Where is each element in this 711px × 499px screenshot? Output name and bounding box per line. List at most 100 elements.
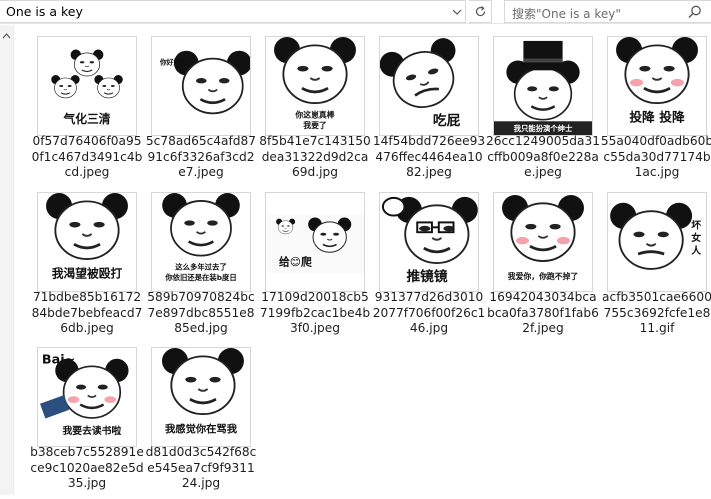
panda-face-art (94, 75, 123, 99)
navigation-pane-edge[interactable] (0, 25, 14, 495)
file-item[interactable]: 你好好好 5c78ad65c4afd8791c6f3326af3cd2e7.jpe… (144, 36, 258, 188)
book-art (40, 395, 70, 419)
chevron-down-icon[interactable] (448, 1, 466, 23)
file-name[interactable]: 26cc1249005da31cffb009a8f0e228ae.jpeg (486, 134, 600, 181)
thumbnail-caption: 我渴望被殴打 (52, 266, 123, 280)
thumbnail-caption-char: 人 (691, 244, 701, 257)
file-thumbnail[interactable]: 我渴望被殴打 (37, 192, 137, 292)
file-thumbnail[interactable]: 吃屁 (379, 36, 479, 136)
file-item[interactable]: 这么多年过去了你依旧还是在装b度日 589b70970824bc7e897dbc8… (144, 192, 258, 344)
file-name[interactable]: 17109d20018cb57199fb2cac1be4b3f0.jpeg (258, 290, 372, 337)
file-name[interactable]: 55a040df0adb60bc55da30d77174b1ac.jpg (600, 134, 711, 181)
file-item[interactable]: 给😊爬 17109d20018cb57199fb2cac1be4b3f0.jpeg (258, 192, 372, 344)
thumbnail-caption: 我爱你，你跑不掉了 (508, 271, 579, 281)
file-name[interactable]: b38ceb7c552891ece9c1020ae82e5d35.jpg (30, 445, 144, 492)
file-thumbnail[interactable]: Bai~ 我要去读书啦 (37, 347, 137, 447)
thumbnail-image: 气化三清 (51, 49, 123, 126)
search-box[interactable]: 搜索"One is a key" (504, 0, 711, 23)
thumbnail-caption: 投降 投降 (629, 109, 685, 125)
file-item[interactable]: 气化三清 0f57d76406f0a950f1c467d3491c4bcd.jpe… (30, 36, 144, 188)
thumbnail-caption-char: 女 (691, 231, 701, 244)
file-item[interactable]: 推镜镜 931377d26d30102077f706f00f26c146.jpg (372, 192, 486, 344)
thumbnail-caption: 我感觉你在骂我 (165, 422, 238, 435)
thumbnail-image: 给😊爬 (266, 214, 364, 274)
file-item[interactable]: 你这崽真棒 我要了 8f5b41e7c143150dea31322d9d2ca69d… (258, 36, 372, 188)
thumbnail-caption: 你这崽真棒 (294, 109, 334, 119)
file-name[interactable]: 71bdbe85b1617284bde7bebfeacd76db.jpeg (30, 290, 144, 337)
file-thumbnail[interactable]: 投降 投降 (607, 36, 707, 136)
file-thumbnail[interactable]: 气化三清 (37, 36, 137, 136)
file-item[interactable]: 我感觉你在骂我 d81d0d3c542f68ce545ea7cf9f931124.… (144, 347, 258, 499)
panda-face-art (274, 37, 356, 105)
thumbnail-caption: 你好好好 (159, 57, 188, 66)
address-text: One is a key (6, 4, 83, 19)
thumbnail-caption: 给😊爬 (279, 256, 312, 269)
thumbnail-caption-char: 坏 (691, 219, 701, 231)
panda-face-art (502, 194, 584, 262)
file-thumbnail[interactable]: 我爱你，你跑不掉了 (493, 192, 593, 292)
chevron-up-icon[interactable] (2, 33, 11, 39)
file-thumbnail[interactable]: 坏女人 (607, 192, 707, 292)
thumbnail-image: 我渴望被殴打 (46, 193, 128, 280)
search-placeholder: 搜索"One is a key" (512, 7, 621, 21)
file-item[interactable]: 吃屁 14f54bdd726ee93476ffec4464ea1082.jpeg (372, 36, 486, 188)
thumbnail-image: 我感觉你在骂我 (161, 348, 244, 435)
file-thumbnail[interactable]: 你这崽真棒 我要了 (265, 36, 365, 136)
thumbnail-image: 坏女人 (610, 202, 701, 270)
file-name[interactable]: 0f57d76406f0a950f1c467d3491c4bcd.jpeg (30, 134, 144, 181)
panda-face-art (610, 202, 693, 270)
thumbnail-caption: 吃屁 (433, 112, 461, 129)
file-thumbnail[interactable]: 我感觉你在骂我 (151, 347, 251, 447)
thumbnail-image: 推镜镜 (381, 196, 478, 285)
search-icon[interactable] (687, 4, 703, 20)
file-item[interactable]: Bai~ 我要去读书啦 b38ceb7c552891ece9c1020ae82e5d… (30, 347, 144, 499)
file-name[interactable]: 14f54bdd726ee93476ffec4464ea1082.jpeg (372, 134, 486, 181)
panda-face-art (162, 193, 240, 257)
file-name[interactable]: 589b70970824bc7e897dbc8551e885ed.jpg (144, 290, 258, 337)
file-item[interactable]: 坏女人 acfb3501cae6600755c3692fcfe1e811.gif (600, 192, 711, 344)
file-name[interactable]: 8f5b41e7c143150dea31322d9d2ca69d.jpg (258, 134, 372, 181)
thumbnail-caption: 我只能扮演个绅士 (514, 124, 573, 133)
panda-face-art (380, 38, 456, 108)
file-thumbnail[interactable]: 你好好好 (151, 36, 251, 136)
thumbnail-caption: 推镜镜 (406, 268, 447, 285)
address-bar[interactable]: One is a key (0, 0, 466, 23)
file-item[interactable]: 投降 投降 55a040df0adb60bc55da30d77174b1ac.jp… (600, 36, 711, 188)
thumbnail-image: 投降 投降 (616, 37, 698, 125)
file-item[interactable]: 我爱你，你跑不掉了 16942043034bcabca0fa3780f1fab62… (486, 192, 600, 344)
file-name[interactable]: 16942043034bcabca0fa3780f1fab62f.jpeg (486, 290, 600, 337)
file-name[interactable]: acfb3501cae6600755c3692fcfe1e811.gif (600, 290, 711, 337)
file-item[interactable]: 我渴望被殴打 71bdbe85b1617284bde7bebfeacd76db.j… (30, 192, 144, 344)
file-name[interactable]: 5c78ad65c4afd8791c6f3326af3cd2e7.jpeg (144, 134, 258, 181)
file-thumbnail[interactable]: 推镜镜 (379, 192, 479, 292)
thumbnail-caption: 气化三清 (63, 112, 111, 126)
thumbnail-image: Bai~ 我要去读书啦 (40, 353, 129, 437)
thumbnail-caption: 这么多年过去了 (175, 262, 226, 271)
top-hat-art (515, 40, 571, 71)
refresh-button[interactable] (469, 0, 492, 23)
panda-face-art (46, 193, 128, 261)
thumbnail-caption: 你依旧还是在装b度日 (164, 273, 236, 282)
thumbnail-image: 我爱你，你跑不掉了 (502, 194, 584, 281)
bai-text: Bai~ (42, 353, 75, 368)
file-thumbnail[interactable]: 给😊爬 (265, 192, 365, 292)
thumbnail-image: 吃屁 (380, 38, 461, 129)
refresh-icon (475, 6, 485, 17)
thumbnail-caption: 我要去读书啦 (63, 424, 122, 437)
file-name[interactable]: 931377d26d30102077f706f00f26c146.jpg (372, 290, 486, 337)
file-name[interactable]: d81d0d3c542f68ce545ea7cf9f931124.jpg (144, 445, 258, 492)
panda-face-art (395, 196, 478, 264)
file-thumbnail[interactable]: 这么多年过去了你依旧还是在装b度日 (151, 192, 251, 292)
panda-face-art (616, 37, 698, 105)
thumbnail-image: 这么多年过去了你依旧还是在装b度日 (162, 193, 240, 282)
thumbnail-image: 你好好好 (159, 50, 250, 115)
panda-face-art (51, 75, 80, 99)
file-grid: 气化三清 0f57d76406f0a950f1c467d3491c4bcd.jpe… (30, 36, 711, 495)
panda-face-art (161, 348, 244, 416)
panda-face-art (70, 49, 104, 77)
file-item[interactable]: 我只能扮演个绅士 26cc1249005da31cffb009a8f0e228ae… (486, 36, 600, 188)
toolbar: One is a key 搜索"One is a key" (0, 0, 711, 24)
file-thumbnail[interactable]: 我只能扮演个绅士 (493, 36, 593, 136)
thumbnail-caption: 我要了 (303, 120, 327, 130)
thumbnail-image: 你这崽真棒我要了 (274, 37, 356, 130)
